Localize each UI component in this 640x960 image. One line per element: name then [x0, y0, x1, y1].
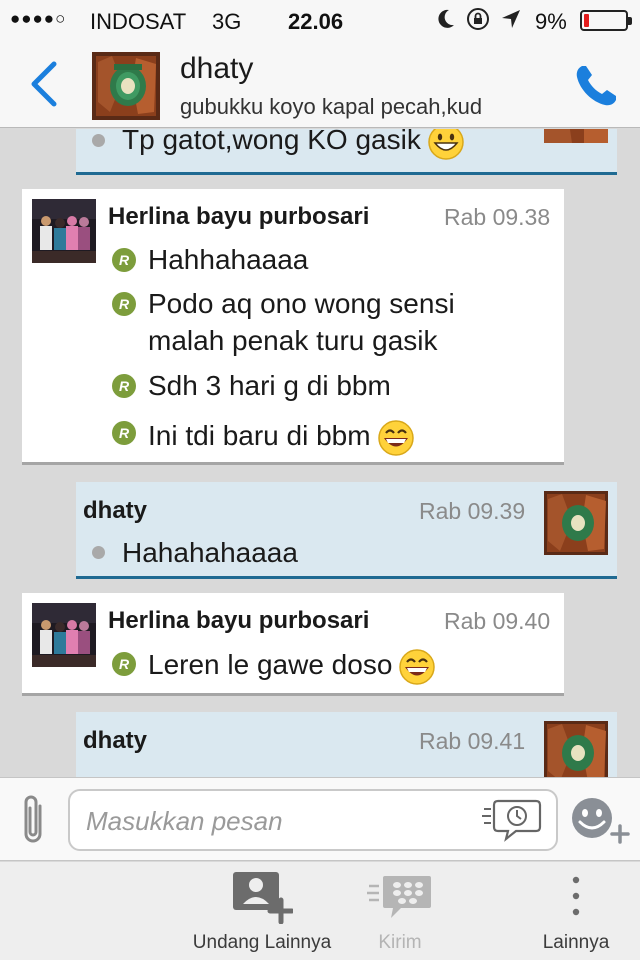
message-text: Leren le gawe doso	[148, 646, 436, 686]
battery-percent: 9%	[535, 9, 567, 34]
message-bubble-incoming[interactable]: Herlina bayu purbosari Rab 09.38 R Hahha…	[22, 189, 564, 465]
sender-avatar-thumbnail	[544, 491, 608, 555]
read-badge: R	[112, 292, 136, 316]
message-timestamp: Rab 09.39	[419, 498, 526, 524]
contact-avatar[interactable]	[92, 52, 160, 120]
read-badge: R	[112, 374, 136, 398]
sender-avatar	[32, 199, 96, 263]
signal-strength: ●●●●○	[10, 9, 67, 28]
phone-call-icon[interactable]	[572, 62, 620, 110]
read-badge: R	[112, 652, 136, 676]
message-list[interactable]: Tp gatot,wong KO gasik Herlina bayu purb…	[0, 129, 640, 777]
status-bar: ●●●●○ INDOSAT 3G 22.06 9%	[0, 0, 640, 40]
sender-name: dhaty	[83, 727, 148, 754]
message-composer	[0, 777, 640, 861]
moon-icon	[438, 9, 454, 28]
location-arrow-icon	[502, 10, 520, 28]
message-text: Ini tdi baru di bbm	[148, 417, 415, 457]
invite-more-label: Undang Lainnya	[192, 932, 332, 953]
sender-name: dhaty	[83, 497, 148, 524]
clock: 22.06	[288, 9, 344, 34]
message-bubble-outgoing[interactable]: dhaty Rab 09.39 Hahahahaaaa	[76, 482, 617, 579]
more-options-button[interactable]: Lainnya	[536, 868, 616, 954]
delivery-status-dot	[92, 546, 105, 559]
add-contact-icon	[233, 872, 293, 924]
message-text: Hahhahaaaa	[148, 244, 309, 275]
message-input[interactable]	[86, 801, 476, 841]
ping-icon[interactable]	[482, 797, 542, 843]
more-options-label: Lainnya	[542, 932, 610, 953]
message-bubble-outgoing[interactable]: Tp gatot,wong KO gasik	[76, 129, 617, 175]
message-bubble-incoming[interactable]: Herlina bayu purbosari Rab 09.40 R Leren…	[22, 593, 564, 696]
bbm-send-icon	[367, 876, 431, 918]
read-badge: R	[112, 421, 136, 445]
emoticon-add-icon[interactable]	[568, 796, 634, 846]
message-text: Podo aq ono wong sensi	[148, 288, 455, 319]
vertical-ellipsis-icon	[572, 876, 580, 916]
battery-icon	[580, 10, 632, 31]
send-label: Kirim	[378, 932, 422, 953]
read-badge: R	[112, 248, 136, 272]
message-input-container	[68, 789, 558, 851]
contact-name: dhaty	[180, 52, 254, 85]
paperclip-icon[interactable]	[16, 792, 50, 848]
back-chevron-icon[interactable]	[26, 60, 62, 108]
message-timestamp: Rab 09.40	[444, 608, 551, 634]
grinning-face-emoji-icon	[428, 129, 464, 160]
sender-name: Herlina bayu purbosari	[108, 203, 370, 230]
sender-avatar-thumbnail	[544, 721, 608, 777]
sender-avatar-thumbnail	[544, 129, 608, 143]
contact-status-message: gubukku koyo kapal pecah,kud	[180, 94, 520, 120]
message-text: Sdh 3 hari g di bbm	[148, 370, 391, 401]
bottom-toolbar: Undang Lainnya Kirim Lainnya	[0, 862, 640, 960]
message-timestamp: Rab 09.41	[419, 728, 526, 754]
network-type: 3G	[212, 9, 242, 34]
invite-more-button[interactable]: Undang Lainnya	[190, 868, 334, 954]
laughing-face-emoji-icon	[399, 648, 436, 685]
rotation-lock-icon	[467, 8, 489, 30]
sender-name: Herlina bayu purbosari	[108, 607, 370, 634]
message-timestamp: Rab 09.38	[444, 204, 551, 230]
message-text: malah penak turu gasik	[148, 325, 438, 356]
chat-header: dhaty gubukku koyo kapal pecah,kud	[0, 40, 640, 128]
message-bubble-outgoing[interactable]: dhaty Rab 09.41	[76, 712, 617, 777]
message-text: Hahahahaaaa	[122, 537, 298, 568]
carrier-name: INDOSAT	[90, 9, 187, 34]
send-button[interactable]: Kirim	[360, 868, 440, 954]
delivery-status-dot	[92, 134, 105, 147]
message-text: Tp gatot,wong KO gasik	[122, 129, 465, 161]
laughing-face-emoji-icon	[377, 419, 414, 456]
sender-avatar	[32, 603, 96, 667]
